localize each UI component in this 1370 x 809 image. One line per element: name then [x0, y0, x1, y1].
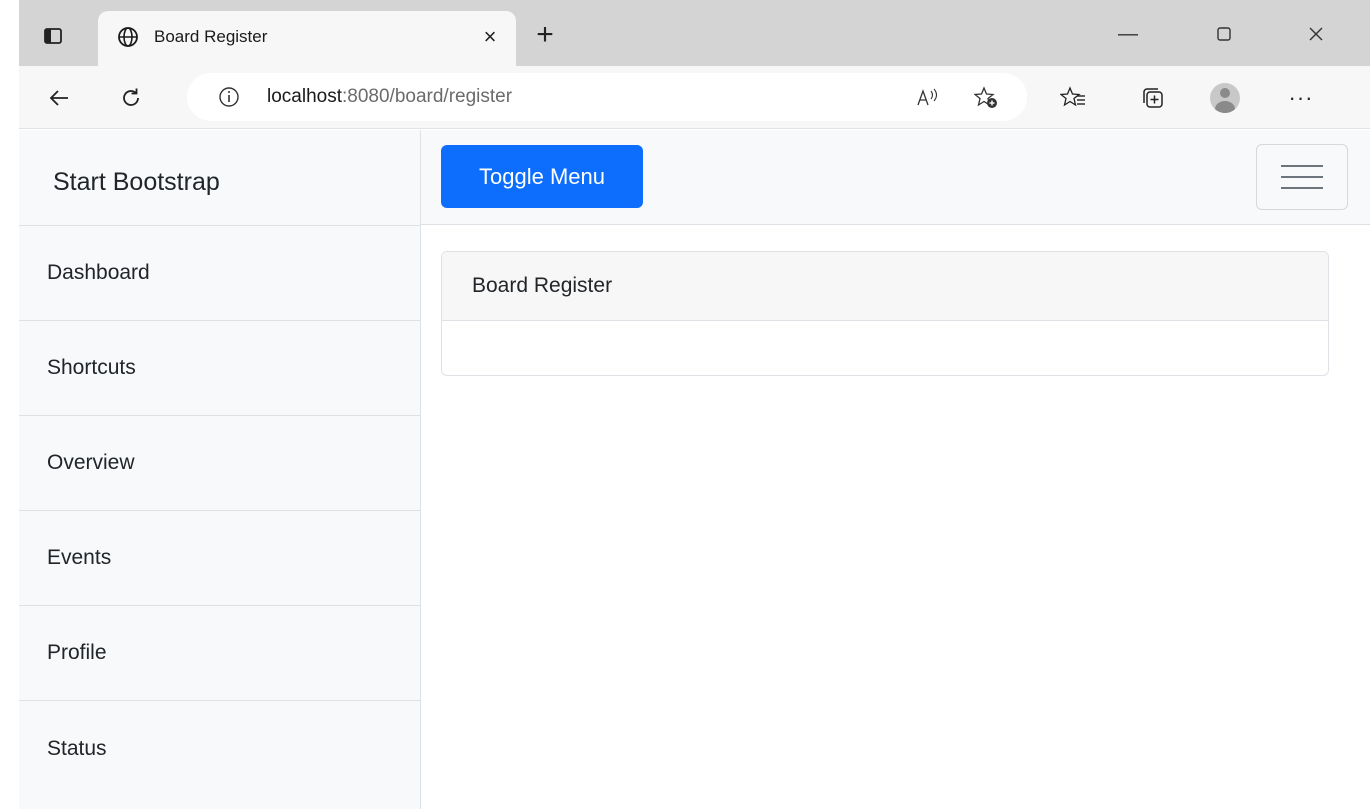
collections-icon[interactable]: [1133, 78, 1173, 118]
sidebar-item-overview[interactable]: Overview: [19, 416, 420, 511]
main-content: Board Register: [421, 226, 1370, 809]
sidebar: Start Bootstrap Dashboard Shortcuts Over…: [19, 130, 421, 809]
refresh-icon[interactable]: [111, 78, 151, 118]
sidebar-heading: Start Bootstrap: [19, 130, 420, 226]
globe-icon: [118, 27, 138, 47]
minimize-icon[interactable]: —: [1108, 18, 1148, 50]
url-path: :8080/board/register: [342, 86, 513, 107]
tab-title: Board Register: [154, 27, 268, 46]
more-options-icon[interactable]: ···: [1281, 78, 1321, 118]
maximize-icon[interactable]: [1204, 18, 1244, 50]
read-aloud-icon[interactable]: [913, 84, 941, 112]
card-header: Board Register: [442, 252, 1328, 321]
sidebar-item-profile[interactable]: Profile: [19, 606, 420, 701]
address-bar[interactable]: localhost:8080/board/register: [187, 73, 1027, 121]
new-tab-icon[interactable]: +: [529, 20, 561, 52]
url-host: localhost: [267, 86, 342, 107]
tab-actions-button[interactable]: [35, 18, 71, 54]
back-icon[interactable]: [39, 78, 79, 118]
top-navbar: Toggle Menu: [421, 130, 1370, 225]
tab-strip: Board Register × + —: [19, 0, 1370, 67]
close-window-icon[interactable]: [1296, 18, 1336, 50]
board-register-card: Board Register: [441, 251, 1329, 376]
browser-window: Board Register × + — localhost:8080/boar…: [19, 0, 1370, 809]
toggle-menu-button[interactable]: Toggle Menu: [441, 145, 643, 208]
sidebar-item-status[interactable]: Status: [19, 701, 420, 796]
site-info-icon[interactable]: [217, 85, 241, 109]
add-favorite-icon[interactable]: [973, 84, 1001, 112]
card-body: [442, 321, 1328, 375]
sidebar-item-dashboard[interactable]: Dashboard: [19, 226, 420, 321]
profile-button[interactable]: [1205, 78, 1245, 118]
url-text[interactable]: localhost:8080/board/register: [267, 86, 512, 108]
tab-close-icon[interactable]: ×: [478, 25, 502, 49]
browser-toolbar: localhost:8080/board/register ···: [19, 66, 1370, 129]
sidebar-item-shortcuts[interactable]: Shortcuts: [19, 321, 420, 416]
favorites-icon[interactable]: [1053, 78, 1093, 118]
web-page: Start Bootstrap Dashboard Shortcuts Over…: [19, 130, 1370, 809]
hamburger-menu-icon[interactable]: [1256, 144, 1348, 210]
active-tab[interactable]: Board Register ×: [98, 11, 516, 67]
avatar: [1210, 83, 1240, 113]
sidebar-list: Dashboard Shortcuts Overview Events Prof…: [19, 226, 420, 796]
sidebar-item-events[interactable]: Events: [19, 511, 420, 606]
tab-actions-icon: [44, 28, 62, 44]
